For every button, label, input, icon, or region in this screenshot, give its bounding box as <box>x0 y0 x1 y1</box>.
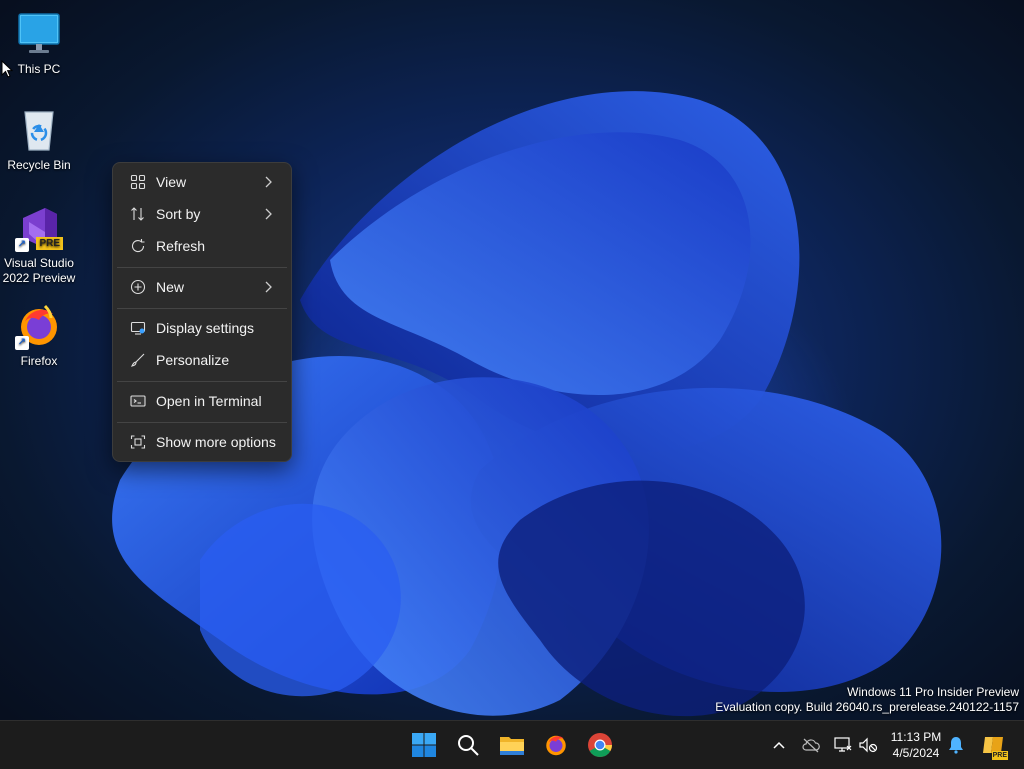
clock-date: 4/5/2024 <box>892 746 940 760</box>
display-icon <box>127 320 149 336</box>
desktop-context-menu: View Sort by Refresh New Display setting… <box>112 162 292 462</box>
menu-item-refresh[interactable]: Refresh <box>117 231 287 261</box>
bell-icon <box>949 737 963 754</box>
start-button[interactable] <box>406 727 442 763</box>
menu-separator <box>117 381 287 382</box>
menu-item-open-in-terminal[interactable]: Open in Terminal <box>117 386 287 416</box>
plus-circle-icon <box>127 279 149 295</box>
monitor-icon <box>15 10 63 58</box>
menu-separator <box>117 267 287 268</box>
file-explorer-button[interactable] <box>494 727 530 763</box>
search-button[interactable] <box>450 727 486 763</box>
shortcut-arrow-icon: ↗ <box>15 336 29 350</box>
menu-item-label: Show more options <box>156 434 276 450</box>
watermark-line-1: Windows 11 Pro Insider Preview <box>847 685 1019 699</box>
menu-item-label: Open in Terminal <box>156 393 262 409</box>
menu-separator <box>117 308 287 309</box>
preview-badge: PRE <box>36 237 63 250</box>
sort-icon <box>127 206 149 222</box>
file-explorer-icon <box>500 737 524 755</box>
search-icon <box>458 735 479 756</box>
copilot-button[interactable]: PRE <box>980 732 1008 760</box>
copilot-preview-badge: PRE <box>991 751 1008 760</box>
menu-separator <box>117 422 287 423</box>
desktop-icon-firefox[interactable]: ↗ Firefox <box>1 302 77 369</box>
menu-item-display-settings[interactable]: Display settings <box>117 313 287 343</box>
volume-tray-button[interactable] <box>858 735 878 755</box>
chevron-up-icon <box>773 741 785 749</box>
network-tray-button[interactable] <box>833 735 853 755</box>
menu-item-show-more-options[interactable]: Show more options <box>117 427 287 457</box>
desktop-icon-label: Recycle Bin <box>7 158 71 172</box>
network-icon <box>834 737 852 752</box>
grid-icon <box>127 174 149 190</box>
firefox-taskbar-button[interactable] <box>538 727 574 763</box>
recycle-bin-icon <box>15 106 63 154</box>
taskbar: 11:13 PM 4/5/2024 PRE <box>0 720 1024 769</box>
firefox-icon: ↗ <box>15 302 63 350</box>
chrome-icon <box>588 733 612 758</box>
menu-item-label: New <box>156 279 185 295</box>
watermark-line-2: Evaluation copy. Build 26040.rs_prerelea… <box>715 700 1019 714</box>
shortcut-arrow-icon: ↗ <box>15 238 29 252</box>
start-icon <box>412 733 436 757</box>
expand-icon <box>127 434 149 450</box>
menu-item-new[interactable]: New <box>117 272 287 302</box>
chevron-right-icon <box>263 207 273 224</box>
visual-studio-icon: PRE ↗ <box>15 204 63 252</box>
cloud-offline-icon <box>802 738 820 753</box>
clock-time: 11:13 PM <box>890 730 942 744</box>
menu-item-label: View <box>156 174 187 190</box>
desktop-icon-visual-studio[interactable]: PRE ↗ Visual Studio 2022 Preview <box>1 204 77 286</box>
menu-item-label: Personalize <box>156 352 230 368</box>
menu-item-view[interactable]: View <box>117 167 287 197</box>
terminal-icon <box>127 393 149 409</box>
chrome-taskbar-button[interactable] <box>582 727 618 763</box>
firefox-icon <box>546 735 566 756</box>
notifications-button[interactable] <box>946 735 966 755</box>
brush-icon <box>127 352 149 368</box>
desktop-icon-recycle-bin[interactable]: Recycle Bin <box>1 106 77 173</box>
refresh-icon <box>127 238 149 254</box>
desktop-icon-label: This PC <box>17 62 61 76</box>
chevron-right-icon <box>263 175 273 192</box>
menu-item-personalize[interactable]: Personalize <box>117 345 287 375</box>
evaluation-watermark: Windows 11 Pro Insider Preview Evaluatio… <box>715 685 1019 715</box>
chevron-right-icon <box>263 280 273 297</box>
show-hidden-icons-button[interactable] <box>769 735 789 755</box>
volume-muted-icon <box>859 737 878 753</box>
taskbar-clock[interactable]: 11:13 PM 4/5/2024 <box>884 729 948 761</box>
menu-item-label: Refresh <box>156 238 206 254</box>
desktop-icon-this-pc[interactable]: This PC <box>1 10 77 77</box>
menu-item-label: Display settings <box>156 320 255 336</box>
menu-item-sort-by[interactable]: Sort by <box>117 199 287 229</box>
desktop-icon-label: Firefox <box>20 354 58 368</box>
onedrive-tray-button[interactable] <box>801 735 821 755</box>
desktop-icon-label: Visual Studio 2022 Preview <box>2 256 76 285</box>
menu-item-label: Sort by <box>156 206 201 222</box>
